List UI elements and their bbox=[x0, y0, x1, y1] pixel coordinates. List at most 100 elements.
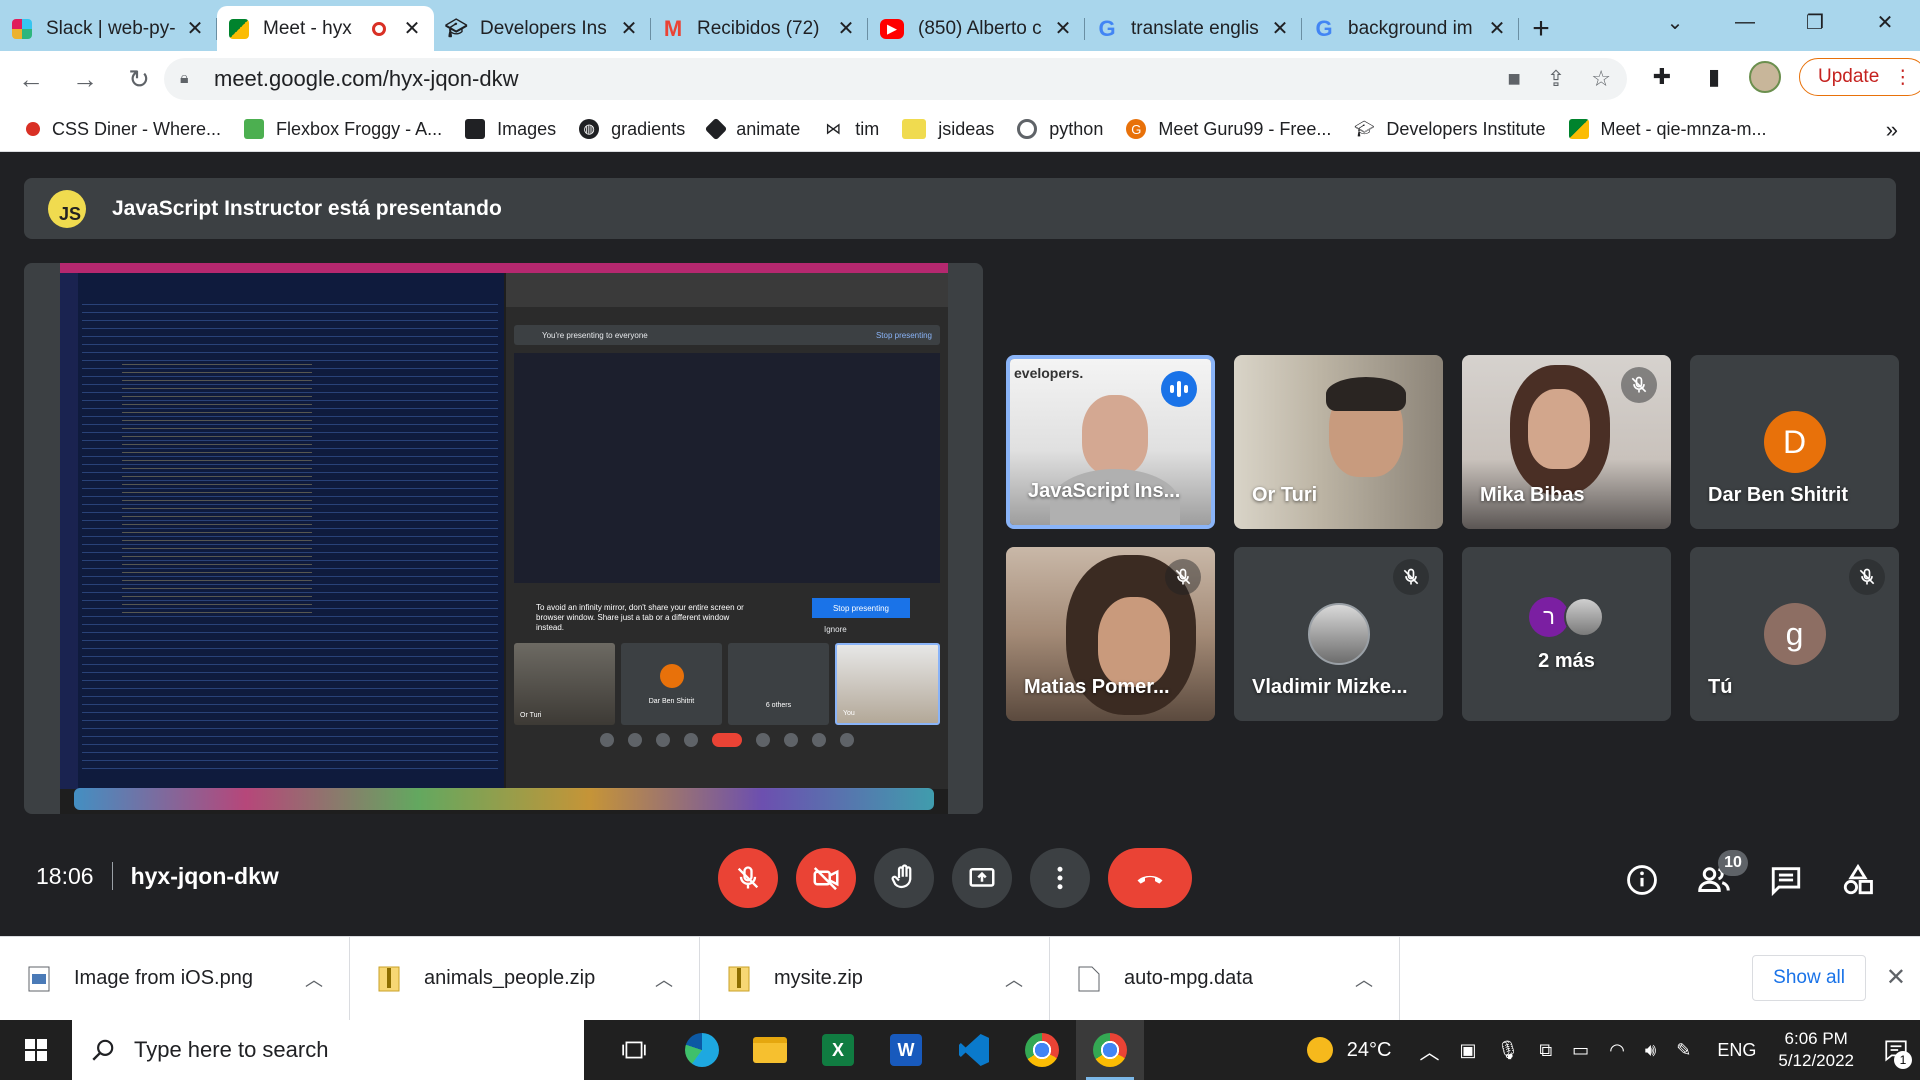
close-icon[interactable]: ✕ bbox=[619, 16, 639, 41]
more-options-button[interactable] bbox=[1030, 848, 1090, 908]
back-button[interactable]: ← bbox=[8, 56, 54, 102]
minimize-icon[interactable]: — bbox=[1710, 0, 1780, 45]
reload-button[interactable]: ↻ bbox=[116, 56, 162, 102]
download-item[interactable]: animals_people.zip ︿ bbox=[350, 936, 700, 1021]
close-icon[interactable]: ✕ bbox=[836, 16, 856, 41]
bookmark-developers-institute[interactable]: 🎓︎ Developers Institute bbox=[1354, 119, 1545, 140]
windows-logo-icon bbox=[25, 1039, 47, 1061]
file-explorer-app[interactable] bbox=[736, 1020, 804, 1080]
side-panel-icon[interactable]: ▮ bbox=[1697, 60, 1731, 94]
chevron-up-icon[interactable]: ︿ bbox=[1419, 1036, 1439, 1065]
close-icon[interactable]: ✕ bbox=[1886, 963, 1906, 992]
show-all-downloads-button[interactable]: Show all bbox=[1752, 955, 1866, 1001]
close-window-icon[interactable]: ✕ bbox=[1850, 0, 1920, 45]
edge-app[interactable] bbox=[668, 1020, 736, 1080]
leave-call-button[interactable] bbox=[1108, 848, 1192, 908]
notifications-button[interactable]: 1 bbox=[1872, 1037, 1920, 1069]
participant-tile-dar-ben-shitrit[interactable]: D Dar Ben Shitrit bbox=[1690, 355, 1899, 529]
camera-icon[interactable]: ■ bbox=[1508, 66, 1521, 92]
download-item[interactable]: auto-mpg.data ︿ bbox=[1050, 936, 1400, 1021]
bookmark-python[interactable]: python bbox=[1017, 119, 1103, 140]
vscode-app[interactable] bbox=[940, 1020, 1008, 1080]
close-icon[interactable]: ✕ bbox=[1053, 16, 1073, 41]
participant-tile-vladimir-mizke[interactable]: Vladimir Mizke... bbox=[1234, 547, 1443, 721]
bookmark-animate[interactable]: animate bbox=[704, 117, 800, 141]
close-icon[interactable]: ✕ bbox=[1487, 16, 1507, 41]
meet-tray-icon[interactable]: ▣ bbox=[1459, 1040, 1476, 1061]
participant-tile-matias-pomer[interactable]: Matias Pomer... bbox=[1006, 547, 1215, 721]
tab-youtube[interactable]: ▶ (850) Alberto c ✕ bbox=[868, 6, 1085, 51]
restore-icon[interactable]: ❐ bbox=[1780, 0, 1850, 45]
bookmark-gradients[interactable]: ◍ gradients bbox=[579, 119, 685, 140]
weather-widget[interactable]: 24°C bbox=[1306, 1037, 1391, 1063]
zip-file-icon bbox=[728, 966, 750, 991]
profile-avatar[interactable] bbox=[1749, 61, 1781, 93]
tab-meet[interactable]: Meet - hyx ✕ bbox=[217, 6, 434, 51]
participant-tile-javascript-instructor[interactable]: evelopers. JavaScript Ins... bbox=[1006, 355, 1215, 529]
update-button[interactable]: Update ⋮ bbox=[1799, 58, 1920, 96]
share-icon[interactable]: ⇪ bbox=[1547, 66, 1565, 92]
participant-tile-or-turi[interactable]: Or Turi bbox=[1234, 355, 1443, 529]
bookmark-flexbox-froggy[interactable]: Flexbox Froggy - A... bbox=[244, 119, 442, 140]
new-tab-button[interactable]: + bbox=[1519, 6, 1563, 51]
meeting-details-button[interactable] bbox=[1622, 860, 1662, 900]
shared-tiles: Or Turi Dar Ben Shitrit 6 others You bbox=[514, 643, 940, 725]
close-icon[interactable]: ✕ bbox=[1270, 16, 1290, 41]
mac-menu-bar bbox=[60, 263, 948, 273]
toggle-camera-button[interactable] bbox=[796, 848, 856, 908]
bookmark-tim[interactable]: ⋈ tim bbox=[823, 119, 879, 140]
toggle-mic-button[interactable] bbox=[718, 848, 778, 908]
taskbar-search-input[interactable]: Type here to search bbox=[72, 1020, 584, 1080]
excel-app[interactable]: X bbox=[804, 1020, 872, 1080]
chevron-up-icon[interactable]: ︿ bbox=[655, 966, 673, 992]
chevron-up-icon[interactable]: ︿ bbox=[1355, 966, 1373, 992]
mic-off-icon bbox=[1621, 367, 1657, 403]
participant-tile-mika-bibas[interactable]: Mika Bibas bbox=[1462, 355, 1671, 529]
address-bar[interactable]: 🔒︎ meet.google.com/hyx-jqon-dkw ■ ⇪ ☆ bbox=[164, 58, 1627, 100]
chat-button[interactable] bbox=[1766, 860, 1806, 900]
close-icon[interactable]: ✕ bbox=[185, 16, 205, 41]
chevron-up-icon[interactable]: ︿ bbox=[305, 966, 323, 992]
volume-icon[interactable]: 🔊︎ bbox=[1645, 1040, 1656, 1061]
activities-button[interactable] bbox=[1838, 860, 1878, 900]
chevron-up-icon[interactable]: ︿ bbox=[1005, 966, 1023, 992]
microphone-icon[interactable]: 🎙︎ bbox=[1496, 1040, 1519, 1061]
language-indicator[interactable]: ENG bbox=[1717, 1040, 1756, 1061]
bookmark-jsideas[interactable]: jsideas bbox=[902, 119, 994, 140]
shared-screen[interactable]: You're presenting to everyone Stop prese… bbox=[24, 263, 983, 814]
battery-icon[interactable]: ▭ bbox=[1572, 1040, 1589, 1061]
participant-tile-you[interactable]: g Tú bbox=[1690, 547, 1899, 721]
chevron-down-icon[interactable]: ⌄ bbox=[1640, 0, 1710, 45]
shared-banner-text: You're presenting to everyone bbox=[542, 330, 648, 340]
bookmark-css-diner[interactable]: CSS Diner - Where... bbox=[26, 119, 221, 140]
tab-gmail[interactable]: M Recibidos (72) ✕ bbox=[651, 6, 868, 51]
bookmark-images[interactable]: Images bbox=[465, 119, 556, 140]
chrome-app[interactable] bbox=[1008, 1020, 1076, 1080]
bookmark-meet[interactable]: Meet - qie-mnza-m... bbox=[1568, 119, 1767, 140]
people-button[interactable]: 10 bbox=[1694, 850, 1748, 900]
task-view-button[interactable] bbox=[600, 1020, 668, 1080]
forward-button[interactable]: → bbox=[62, 56, 108, 102]
close-icon[interactable]: ✕ bbox=[402, 16, 422, 41]
pen-icon[interactable]: ✎ bbox=[1676, 1040, 1691, 1061]
tab-background[interactable]: G background im ✕ bbox=[1302, 6, 1519, 51]
tab-developers-institute[interactable]: 🎓︎ Developers Ins ✕ bbox=[434, 6, 651, 51]
lock-icon[interactable]: 🔒︎ bbox=[180, 70, 196, 88]
wifi-icon[interactable]: ◠ bbox=[1609, 1040, 1625, 1061]
chrome-profile-app[interactable] bbox=[1076, 1020, 1144, 1080]
screen-share-icon[interactable]: ⧉ bbox=[1539, 1040, 1552, 1061]
extensions-icon[interactable]: ✚ bbox=[1645, 60, 1679, 94]
participant-tile-more[interactable]: ר 2 más bbox=[1462, 547, 1671, 721]
word-app[interactable]: W bbox=[872, 1020, 940, 1080]
bookmark-guru99[interactable]: G Meet Guru99 - Free... bbox=[1126, 119, 1331, 140]
tab-translate[interactable]: G translate englis ✕ bbox=[1085, 6, 1302, 51]
raise-hand-button[interactable] bbox=[874, 848, 934, 908]
tab-slack[interactable]: Slack | web-py- ✕ bbox=[0, 6, 217, 51]
download-item[interactable]: Image from iOS.png ︿ bbox=[0, 936, 350, 1021]
taskbar-clock[interactable]: 6:06 PM 5/12/2022 bbox=[1778, 1028, 1854, 1072]
star-icon[interactable]: ☆ bbox=[1591, 66, 1611, 92]
more-bookmarks-icon[interactable]: » bbox=[1886, 117, 1898, 143]
present-button[interactable] bbox=[952, 848, 1012, 908]
start-button[interactable] bbox=[0, 1020, 72, 1080]
download-item[interactable]: mysite.zip ︿ bbox=[700, 936, 1050, 1021]
